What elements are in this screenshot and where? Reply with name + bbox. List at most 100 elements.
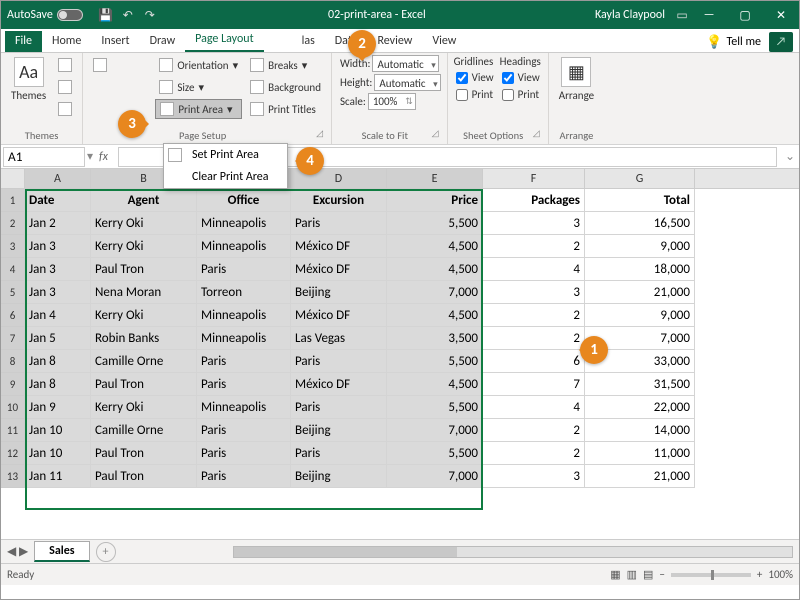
cell[interactable]: México DF — [291, 235, 387, 258]
cell[interactable]: 4 — [483, 258, 585, 281]
cell[interactable]: Jan 5 — [25, 327, 91, 350]
col-header-A[interactable]: A — [25, 169, 91, 188]
tab-home[interactable]: Home — [42, 31, 91, 52]
cell[interactable]: 3 — [483, 465, 585, 488]
cell[interactable]: Total — [585, 189, 695, 212]
effects-button[interactable] — [54, 99, 76, 119]
cell[interactable]: 9,000 — [585, 235, 695, 258]
cell[interactable]: Kerry Oki — [91, 235, 197, 258]
cell[interactable]: 4,500 — [387, 258, 483, 281]
cell[interactable]: Packages — [483, 189, 585, 212]
cell[interactable]: Las Vegas — [291, 327, 387, 350]
cell[interactable]: Camille Orne — [91, 350, 197, 373]
height-combo[interactable]: Automatic — [374, 74, 440, 91]
cell[interactable]: 4,500 — [387, 373, 483, 396]
cell[interactable]: Paris — [197, 465, 291, 488]
cell[interactable]: México DF — [291, 373, 387, 396]
cell[interactable]: Jan 10 — [25, 442, 91, 465]
arrange-button[interactable]: ▦ Arrange — [555, 55, 598, 104]
tab-page-layout[interactable]: Page Layout — [185, 29, 263, 52]
save-icon[interactable]: 💾 — [97, 6, 115, 24]
cell[interactable]: Jan 2 — [25, 212, 91, 235]
minimize-button[interactable]: — — [691, 1, 727, 29]
cell[interactable]: Paris — [291, 442, 387, 465]
row-header[interactable]: 11 — [1, 419, 25, 442]
cell[interactable]: Office — [197, 189, 291, 212]
col-header-E[interactable]: E — [387, 169, 483, 188]
cell[interactable]: 18,000 — [585, 258, 695, 281]
maximize-button[interactable]: ▢ — [727, 1, 763, 29]
zoom-in-button[interactable]: + — [757, 568, 762, 581]
orientation-button[interactable]: Orientation ▾ — [155, 55, 242, 75]
cell[interactable]: Minneapolis — [197, 235, 291, 258]
tab-view[interactable]: View — [422, 31, 466, 52]
cell[interactable]: 2 — [483, 327, 585, 350]
cell[interactable]: Jan 4 — [25, 304, 91, 327]
print-titles-button[interactable]: Print Titles — [246, 99, 325, 119]
tell-me[interactable]: Tell me — [726, 35, 761, 49]
cell[interactable]: 7,000 — [387, 281, 483, 304]
cell[interactable]: Paul Tron — [91, 373, 197, 396]
cell[interactable]: 2 — [483, 235, 585, 258]
scale-launcher[interactable]: ◿ — [432, 128, 441, 142]
cell[interactable]: 6 — [483, 350, 585, 373]
zoom-out-button[interactable]: − — [659, 568, 664, 581]
cell[interactable]: Paris — [291, 350, 387, 373]
cell[interactable]: 16,500 — [585, 212, 695, 235]
cell[interactable]: Robin Banks — [91, 327, 197, 350]
cell[interactable]: Beijing — [291, 465, 387, 488]
cell[interactable]: Minneapolis — [197, 212, 291, 235]
cell[interactable]: Beijing — [291, 281, 387, 304]
zoom-value[interactable]: 100% — [768, 568, 793, 581]
sheet-nav[interactable]: ◀ ▶ — [1, 544, 34, 559]
cell[interactable]: 3 — [483, 212, 585, 235]
add-sheet-button[interactable]: + — [96, 542, 116, 562]
worksheet[interactable]: A B C D E F G 1DateAgentOfficeExcursionP… — [1, 169, 799, 539]
col-header-G[interactable]: G — [585, 169, 695, 188]
cell[interactable]: Price — [387, 189, 483, 212]
cell[interactable]: Agent — [91, 189, 197, 212]
view-normal-icon[interactable]: ▦ — [610, 568, 620, 581]
cell[interactable]: Beijing — [291, 419, 387, 442]
cell[interactable]: 4,500 — [387, 235, 483, 258]
horizontal-scrollbar[interactable] — [233, 546, 793, 558]
sheet-options-launcher[interactable]: ◿ — [533, 128, 542, 142]
cell[interactable]: 21,000 — [585, 281, 695, 304]
cell[interactable]: Paris — [291, 212, 387, 235]
cell[interactable]: 22,000 — [585, 396, 695, 419]
cell[interactable]: 11,000 — [585, 442, 695, 465]
page-setup-launcher[interactable]: ◿ — [316, 128, 325, 142]
cell[interactable]: Jan 8 — [25, 350, 91, 373]
cell[interactable]: 2 — [483, 304, 585, 327]
cell[interactable]: Paris — [197, 258, 291, 281]
cell[interactable]: Paris — [291, 396, 387, 419]
cell[interactable]: 2 — [483, 419, 585, 442]
row-header[interactable]: 4 — [1, 258, 25, 281]
gridlines-print-check[interactable]: Print — [454, 87, 496, 102]
row-header[interactable]: 13 — [1, 465, 25, 488]
cell[interactable]: 7 — [483, 373, 585, 396]
scale-spinner[interactable]: 100% — [368, 93, 416, 110]
cell[interactable]: Date — [25, 189, 91, 212]
cell[interactable]: Paris — [197, 419, 291, 442]
row-header[interactable]: 12 — [1, 442, 25, 465]
row-header[interactable]: 2 — [1, 212, 25, 235]
row-header[interactable]: 7 — [1, 327, 25, 350]
cell[interactable]: Minneapolis — [197, 396, 291, 419]
row-header[interactable]: 1 — [1, 189, 25, 212]
cell[interactable]: Kerry Oki — [91, 304, 197, 327]
cell[interactable]: 14,000 — [585, 419, 695, 442]
cell[interactable]: Jan 9 — [25, 396, 91, 419]
cell[interactable]: 5,500 — [387, 212, 483, 235]
cell[interactable]: México DF — [291, 304, 387, 327]
cell[interactable]: 7,000 — [387, 419, 483, 442]
cell[interactable]: Minneapolis — [197, 304, 291, 327]
cell[interactable]: 21,000 — [585, 465, 695, 488]
row-header[interactable]: 10 — [1, 396, 25, 419]
cell[interactable]: Paris — [197, 373, 291, 396]
tab-draw[interactable]: Draw — [140, 31, 186, 52]
cell[interactable]: Jan 3 — [25, 235, 91, 258]
background-button[interactable]: Background — [246, 77, 325, 97]
cell[interactable]: Paul Tron — [91, 465, 197, 488]
view-break-icon[interactable]: ▤ — [643, 568, 653, 581]
